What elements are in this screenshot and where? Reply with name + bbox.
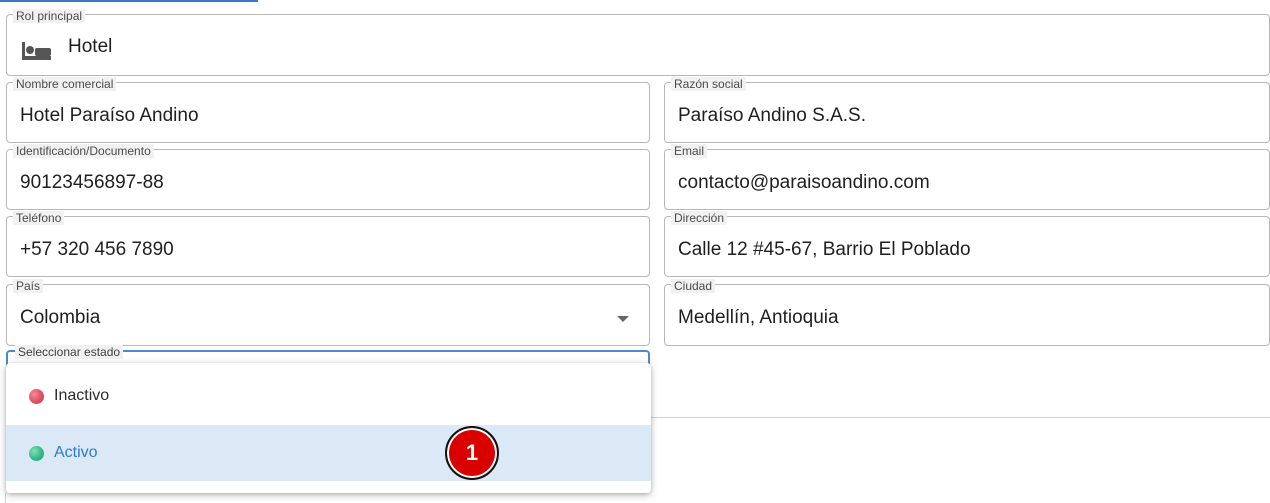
address-field[interactable]: Dirección Calle 12 #45-67, Barrio El Pob…: [664, 211, 1270, 277]
status-option-inactive-label: Inactivo: [54, 387, 110, 404]
form-left-border: [5, 493, 6, 503]
chevron-down-icon[interactable]: [617, 316, 629, 322]
green-status-dot-icon: [29, 445, 44, 461]
role-field[interactable]: Rol principal Hotel: [6, 9, 1270, 76]
business-name-field[interactable]: Razón social Paraíso Andino S.A.S.: [664, 77, 1270, 143]
city-label: Ciudad: [671, 279, 716, 293]
city-field[interactable]: Ciudad Medellín, Antioquia: [664, 279, 1270, 346]
role-value: Hotel: [68, 36, 113, 57]
active-tab-indicator: [0, 0, 258, 2]
red-status-dot-icon: [29, 388, 44, 404]
status-field-extension: [648, 356, 1270, 418]
business-name-label: Razón social: [671, 77, 746, 91]
country-value: Colombia: [20, 307, 101, 328]
identification-field[interactable]: Identificación/Documento 90123456897-88: [6, 144, 650, 210]
address-label: Dirección: [671, 211, 728, 225]
hotel-registration-form: Rol principal Hotel Nombre comercial Hot…: [0, 0, 1270, 503]
commercial-name-value: Hotel Paraíso Andino: [20, 105, 199, 126]
phone-label: Teléfono: [13, 211, 65, 225]
city-value: Medellín, Antioquia: [678, 307, 839, 328]
email-value: contacto@paraisoandino.com: [678, 172, 930, 193]
phone-field[interactable]: Teléfono +57 320 456 7890: [6, 211, 650, 277]
status-option-active-label: Activo: [54, 444, 98, 461]
email-field[interactable]: Email contacto@paraisoandino.com: [664, 144, 1270, 210]
role-label: Rol principal: [13, 9, 86, 23]
address-value: Calle 12 #45-67, Barrio El Poblado: [678, 239, 971, 260]
annotation-marker: 1: [445, 426, 499, 480]
commercial-name-label: Nombre comercial: [13, 77, 117, 91]
status-option-inactive[interactable]: Inactivo: [6, 368, 651, 424]
phone-value: +57 320 456 7890: [20, 239, 174, 260]
status-option-active[interactable]: Activo: [6, 425, 651, 481]
bed-icon: [22, 42, 51, 60]
status-label: Seleccionar estado: [15, 345, 124, 359]
business-name-value: Paraíso Andino S.A.S.: [678, 105, 867, 126]
country-label: País: [13, 279, 44, 293]
country-select[interactable]: País Colombia: [6, 279, 650, 346]
identification-value: 90123456897-88: [20, 172, 164, 193]
commercial-name-field[interactable]: Nombre comercial Hotel Paraíso Andino: [6, 77, 650, 143]
identification-label: Identificación/Documento: [13, 144, 154, 158]
status-dropdown-menu[interactable]: Inactivo Activo: [6, 363, 651, 493]
email-label: Email: [671, 144, 708, 158]
